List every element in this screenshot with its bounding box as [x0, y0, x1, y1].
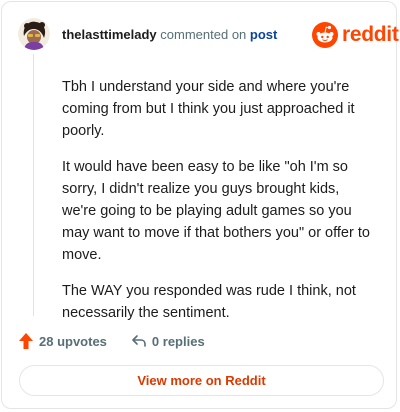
replies-button[interactable]: 0 replies — [131, 333, 205, 349]
reddit-logo[interactable]: reddit — [312, 22, 399, 48]
comment-byline: thelasttimelady commented on post — [62, 27, 277, 43]
user-avatar-icon[interactable] — [18, 18, 50, 50]
comment-body: Tbh I understand your side and where you… — [62, 76, 372, 338]
reddit-wordmark: reddit — [342, 23, 399, 46]
view-more-button[interactable]: View more on Reddit — [19, 365, 384, 396]
reply-arrow-icon — [132, 335, 146, 347]
comment-header: thelasttimelady commented on post reddit — [18, 18, 399, 52]
commented-on-text: commented on — [160, 27, 247, 42]
embedded-comment-card: thelasttimelady commented on post reddit… — [1, 1, 399, 409]
reddit-snoo-icon — [312, 22, 338, 48]
comment-actions: 28 upvotes 0 replies — [18, 331, 205, 351]
comment-paragraph: It would have been easy to be like "oh I… — [62, 159, 370, 263]
upvote-arrow-icon — [19, 333, 33, 349]
reply-count: 0 replies — [151, 333, 205, 349]
upvote-button[interactable]: 28 upvotes — [18, 332, 107, 350]
comment-paragraph: The WAY you responded was rude I think, … — [62, 283, 356, 321]
comment-paragraph: Tbh I understand your side and where you… — [62, 79, 355, 139]
upvote-count: 28 upvotes — [39, 333, 107, 349]
thread-line — [33, 54, 34, 316]
post-link[interactable]: post — [250, 27, 277, 42]
username-link[interactable]: thelasttimelady — [62, 27, 157, 42]
